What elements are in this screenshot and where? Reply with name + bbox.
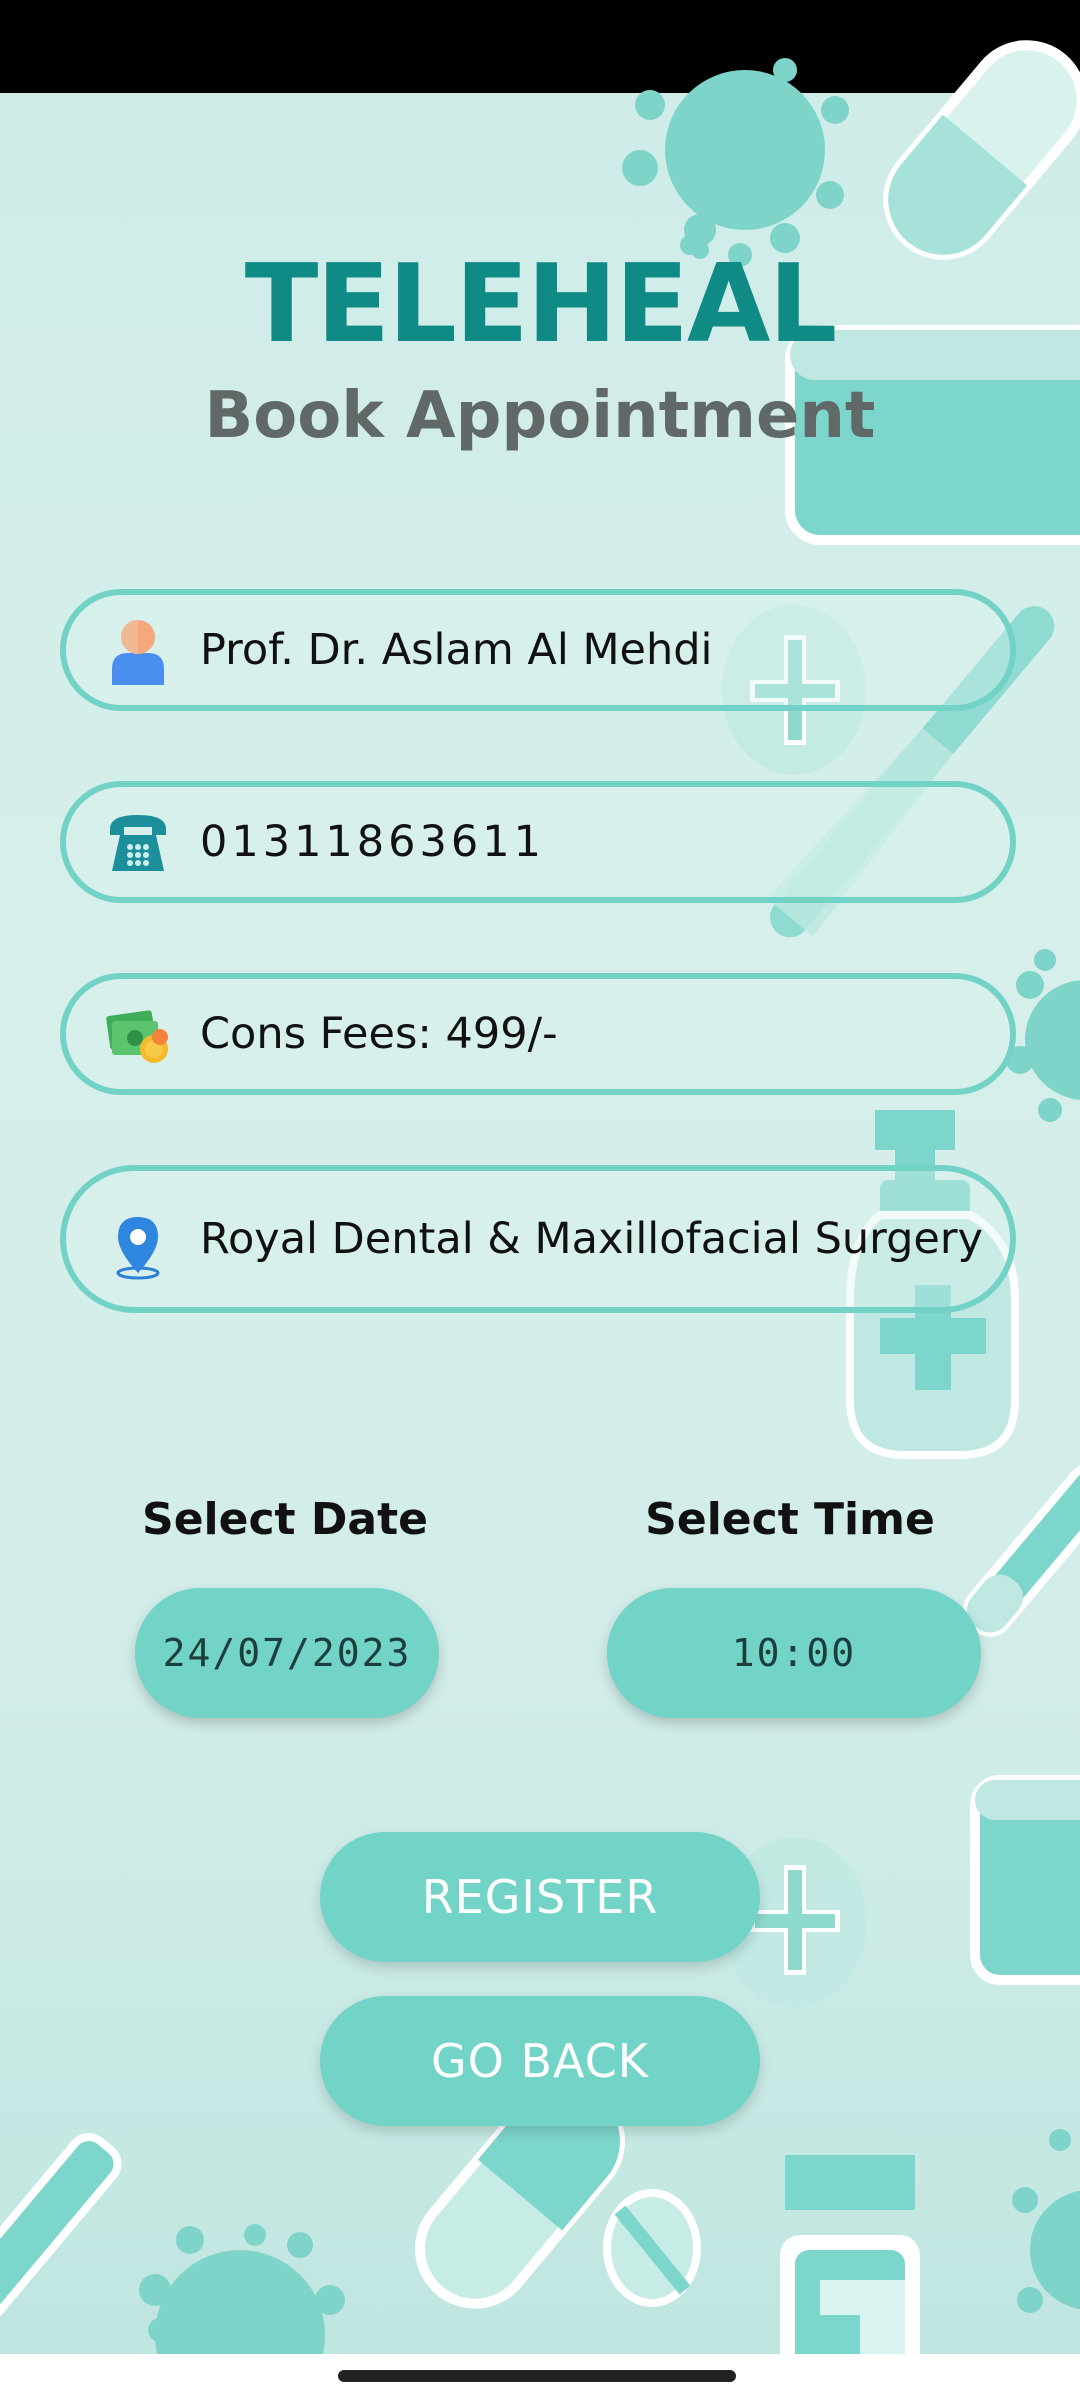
doctor-name: Prof. Dr. Aslam Al Mehdi (200, 625, 713, 675)
person-icon (112, 620, 164, 685)
clinic-location: Royal Dental & Maxillofacial Surgery (200, 1214, 983, 1264)
page-title: Book Appointment (204, 379, 876, 453)
register-button[interactable]: REGISTER (320, 1832, 760, 1962)
book-appointment-screen: TELEHEAL Book Appointment Prof. Dr. Asla… (0, 0, 1080, 2400)
phone-number: 01311863611 (200, 817, 545, 867)
money-icon (106, 1010, 168, 1063)
app-title: TELEHEAL (244, 242, 838, 367)
telephone-icon (110, 815, 166, 871)
fees-field: Cons Fees: 499/- (60, 973, 1016, 1095)
status-bar (0, 0, 1080, 93)
time-picker-button[interactable]: 10:00 (607, 1588, 981, 1718)
select-date-label: Select Date (142, 1494, 428, 1545)
go-back-button[interactable]: GO BACK (320, 1996, 760, 2126)
date-picker-button[interactable]: 24/07/2023 (135, 1588, 439, 1718)
location-pin-icon (116, 1217, 160, 1280)
doctor-name-field: Prof. Dr. Aslam Al Mehdi (60, 589, 1016, 711)
consultation-fees: Cons Fees: 499/- (200, 1009, 558, 1059)
location-field: Royal Dental & Maxillofacial Surgery (60, 1165, 1016, 1313)
select-time-label: Select Time (645, 1494, 935, 1545)
home-indicator[interactable] (338, 2370, 736, 2382)
phone-field: 01311863611 (60, 781, 1016, 903)
